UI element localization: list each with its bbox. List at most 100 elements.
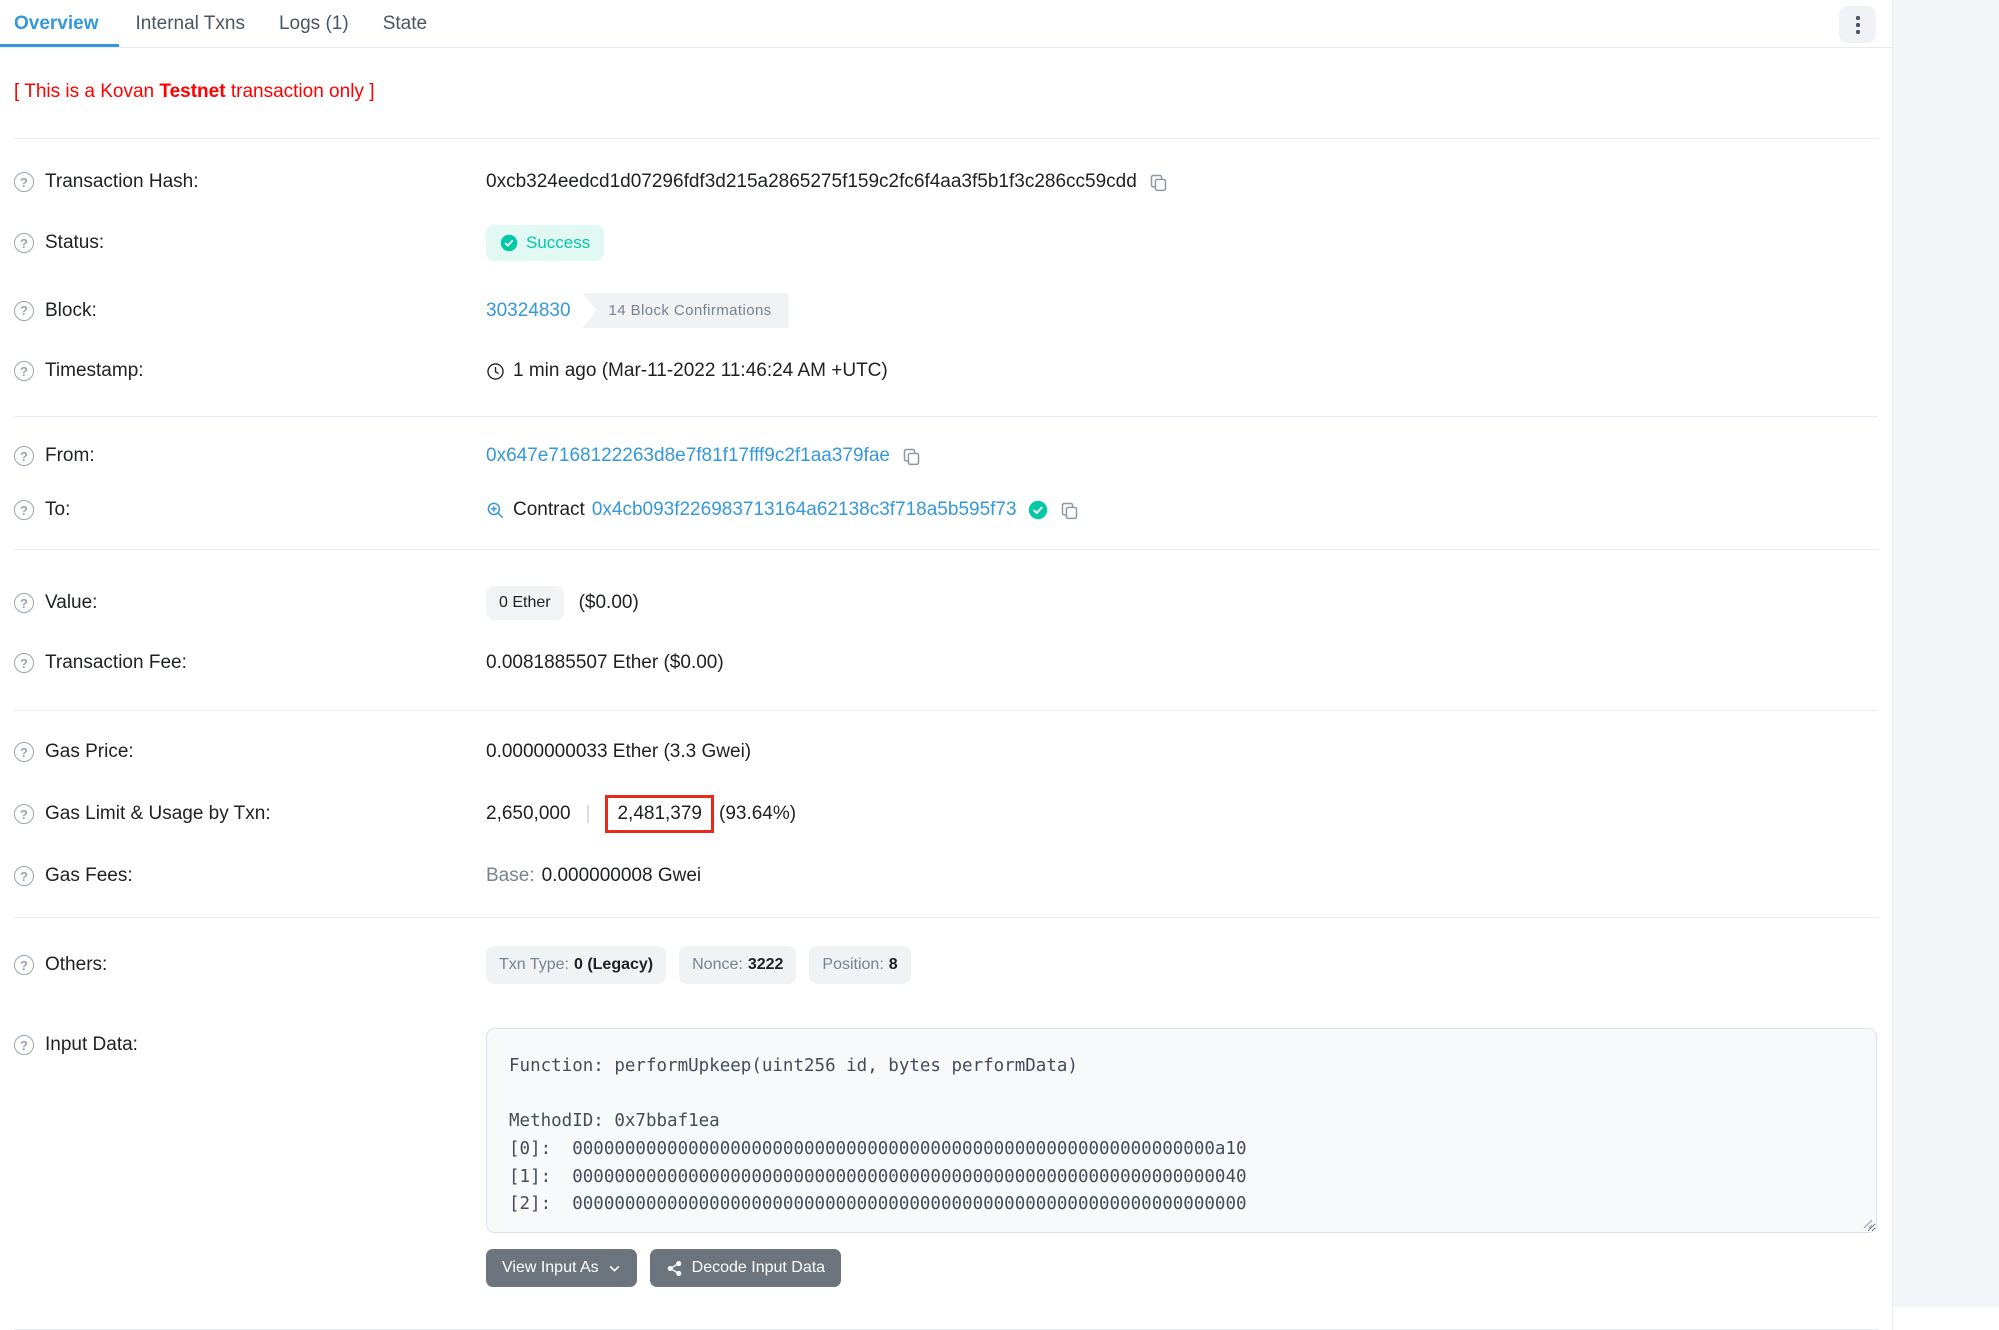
input-data-box[interactable]: Function: performUpkeep(uint256 id, byte…: [486, 1028, 1877, 1233]
gas-usage-percent: (93.64%): [719, 803, 796, 825]
transaction-hash-value: 0xcb324eedcd1d07296fdf3d215a2865275f159c…: [486, 171, 1137, 193]
transaction-hash-label: Transaction Hash:: [45, 171, 198, 193]
kebab-menu-button[interactable]: [1839, 6, 1876, 43]
timestamp-value: 1 min ago (Mar-11-2022 11:46:24 AM +UTC): [513, 360, 888, 382]
status-badge: Success: [486, 225, 604, 261]
kebab-dot: [1856, 30, 1860, 34]
section-summary: ? Transaction Hash: 0xcb324eedcd1d07296f…: [0, 139, 1892, 416]
help-icon[interactable]: ?: [14, 653, 34, 673]
help-icon[interactable]: ?: [14, 1035, 34, 1055]
section-parties: ? From: 0x647e7168122263d8e7f81f17fff9c2…: [0, 417, 1892, 549]
resize-handle[interactable]: [1860, 1216, 1873, 1229]
nonce-key: Nonce:: [692, 956, 743, 974]
help-icon[interactable]: ?: [14, 955, 34, 975]
block-confirmations-badge: 14 Block Confirmations: [583, 293, 789, 328]
decode-input-data-label: Decode Input Data: [692, 1259, 825, 1277]
to-row: ? To: Contract 0x4cb093f226983713164a621…: [0, 483, 1892, 537]
help-icon[interactable]: ?: [14, 593, 34, 613]
page-background-strip: [1893, 0, 1999, 1307]
fiat-value: ($0.00): [579, 592, 639, 614]
help-icon[interactable]: ?: [14, 172, 34, 192]
clock-icon: [486, 362, 505, 381]
gas-price-label: Gas Price:: [45, 741, 134, 763]
nonce-value: 3222: [748, 956, 784, 974]
gas-usage-highlight-box: 2,481,379: [605, 795, 714, 833]
testnet-warning-bold: Testnet: [159, 81, 225, 102]
help-icon[interactable]: ?: [14, 361, 34, 381]
help-icon[interactable]: ?: [14, 804, 34, 824]
value-label: Value:: [45, 592, 97, 614]
help-icon[interactable]: ?: [14, 500, 34, 520]
gas-limit-usage-label: Gas Limit & Usage by Txn:: [45, 803, 271, 825]
copy-icon: [1059, 500, 1080, 521]
position-value: 8: [889, 956, 898, 974]
testnet-warning: [ This is a Kovan Testnet transaction on…: [0, 48, 1892, 138]
input-data-row: ? Input Data: Function: performUpkeep(ui…: [0, 1000, 1892, 1303]
gas-price-row: ? Gas Price: 0.0000000033 Ether (3.3 Gwe…: [0, 725, 1892, 779]
gas-price-value: 0.0000000033 Ether (3.3 Gwei): [486, 741, 751, 763]
transaction-fee-label: Transaction Fee:: [45, 652, 187, 674]
copy-icon: [901, 446, 922, 467]
status-label: Status:: [45, 232, 104, 254]
txn-type-value: 0 (Legacy): [574, 956, 653, 974]
position-key: Position:: [822, 956, 883, 974]
testnet-warning-prefix: [ This is a Kovan: [14, 81, 159, 102]
help-icon[interactable]: ?: [14, 301, 34, 321]
txn-type-key: Txn Type:: [499, 956, 569, 974]
block-number-link[interactable]: 30324830: [486, 300, 571, 322]
gas-fees-row: ? Gas Fees: Base: 0.000000008 Gwei: [0, 849, 1892, 903]
to-contract-prefix: Contract: [513, 499, 585, 521]
check-circle-icon: [500, 234, 518, 252]
decode-input-data-button[interactable]: Decode Input Data: [650, 1249, 841, 1287]
to-label: To:: [45, 499, 70, 521]
help-icon[interactable]: ?: [14, 233, 34, 253]
copy-txn-hash-button[interactable]: [1148, 172, 1169, 193]
input-data-content: Function: performUpkeep(uint256 id, byte…: [509, 1053, 1854, 1219]
magnifier-plus-icon[interactable]: [486, 501, 505, 520]
gas-usage-value: 2,481,379: [617, 803, 702, 824]
block-label: Block:: [45, 300, 97, 322]
help-icon[interactable]: ?: [14, 866, 34, 886]
status-row: ? Status: Success: [0, 209, 1892, 277]
block-row: ? Block: 30324830 14 Block Confirmations: [0, 277, 1892, 344]
others-row: ? Others: Txn Type: 0 (Legacy) Nonce: 32…: [0, 930, 1892, 1000]
kebab-dot: [1856, 16, 1860, 20]
nonce-badge: Nonce: 3222: [679, 946, 796, 984]
tab-overview[interactable]: Overview: [0, 0, 119, 47]
base-fee-label: Base:: [486, 865, 535, 887]
tab-internal-txns[interactable]: Internal Txns: [119, 0, 262, 47]
gas-limit-usage-row: ? Gas Limit & Usage by Txn: 2,650,000 | …: [0, 779, 1892, 849]
from-address-link[interactable]: 0x647e7168122263d8e7f81f17fff9c2f1aa379f…: [486, 445, 890, 467]
from-row: ? From: 0x647e7168122263d8e7f81f17fff9c2…: [0, 429, 1892, 483]
position-badge: Position: 8: [809, 946, 910, 984]
input-data-label: Input Data:: [45, 1034, 138, 1056]
copy-icon: [1148, 172, 1169, 193]
view-input-as-label: View Input As: [502, 1259, 599, 1277]
copy-to-address-button[interactable]: [1059, 500, 1080, 521]
tab-logs[interactable]: Logs (1): [262, 0, 366, 47]
tab-state[interactable]: State: [366, 0, 444, 47]
status-value: Success: [526, 233, 590, 253]
transaction-fee-row: ? Transaction Fee: 0.0081885507 Ether ($…: [0, 636, 1892, 690]
tab-bar: Overview Internal Txns Logs (1) State: [0, 0, 1892, 48]
help-icon[interactable]: ?: [14, 446, 34, 466]
gas-limit-value: 2,650,000: [486, 803, 571, 825]
others-label: Others:: [45, 954, 107, 976]
from-label: From:: [45, 445, 95, 467]
section-value: ? Value: 0 Ether ($0.00) ? Transaction F…: [0, 550, 1892, 710]
testnet-warning-suffix: transaction only ]: [226, 81, 375, 102]
decode-icon: [666, 1260, 683, 1277]
transaction-hash-row: ? Transaction Hash: 0xcb324eedcd1d07296f…: [0, 155, 1892, 209]
to-address-link[interactable]: 0x4cb093f226983713164a62138c3f718a5b595f…: [592, 499, 1017, 521]
copy-from-address-button[interactable]: [901, 446, 922, 467]
gas-fees-label: Gas Fees:: [45, 865, 133, 887]
help-icon[interactable]: ?: [14, 742, 34, 762]
transaction-fee-value: 0.0081885507 Ether ($0.00): [486, 652, 724, 674]
timestamp-row: ? Timestamp: 1 min ago (Mar-11-2022 11:4…: [0, 344, 1892, 398]
view-input-as-button[interactable]: View Input As: [486, 1249, 637, 1287]
txn-type-badge: Txn Type: 0 (Legacy): [486, 946, 666, 984]
section-others: ? Others: Txn Type: 0 (Legacy) Nonce: 32…: [0, 918, 1892, 1330]
verified-check-icon: [1028, 500, 1048, 520]
separator-pipe: |: [586, 803, 591, 825]
chevron-down-icon: [608, 1262, 621, 1275]
